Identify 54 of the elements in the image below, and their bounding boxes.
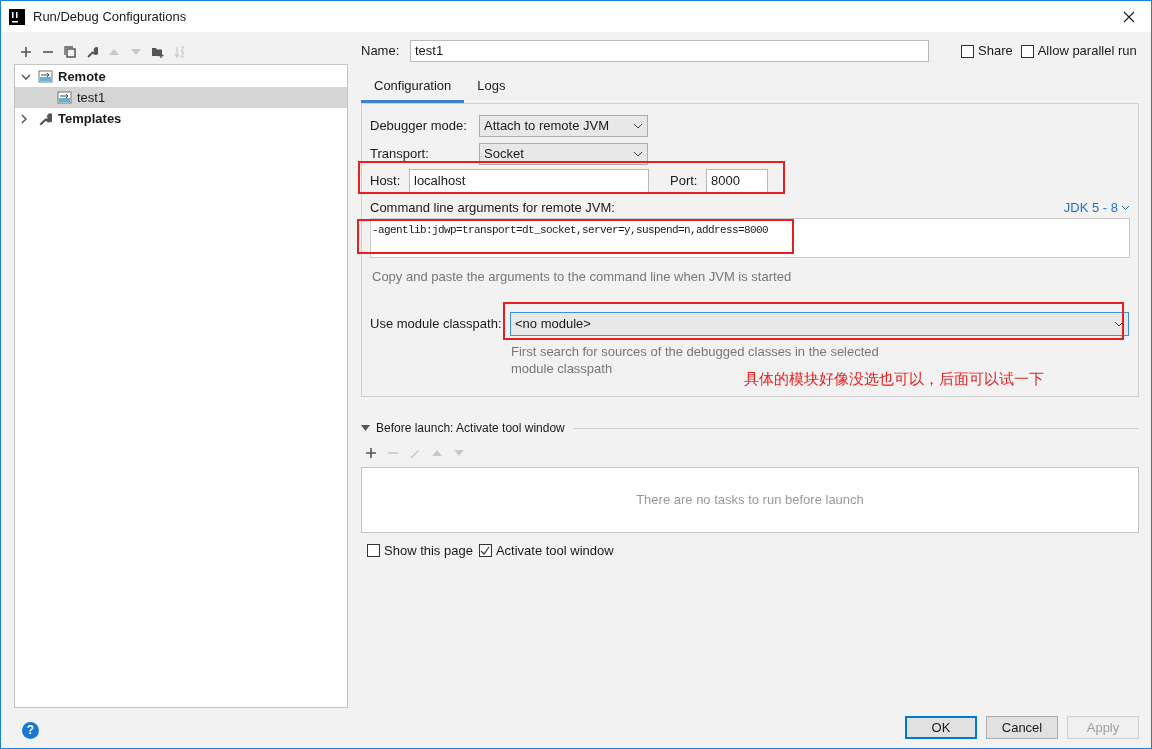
add-icon[interactable] (20, 46, 32, 58)
tree-item-label: Templates (58, 109, 122, 128)
name-field[interactable]: test1 (410, 40, 929, 62)
arguments-text-area[interactable]: -agentlib:jdwp=transport=dt_socket,server=y,suspend=n,address=8000 (370, 218, 1130, 258)
tree-item-label: Remote (58, 67, 106, 86)
tree-item[interactable]: Remote (15, 66, 347, 87)
collapse-triangle-icon[interactable] (361, 425, 370, 431)
tab[interactable]: Logs (464, 72, 519, 103)
chevron-down-icon (1114, 320, 1124, 327)
module-classpath-dropdown[interactable]: <no module> (510, 311, 1129, 336)
command-line-label: Command line arguments for remote JVM: (370, 199, 615, 218)
chevron-down-icon (633, 123, 643, 129)
host-field[interactable]: localhost (409, 169, 649, 193)
wrench-icon (38, 111, 52, 126)
chevron-down-icon[interactable] (21, 73, 31, 80)
help-button[interactable]: ? (22, 721, 39, 739)
transport-dropdown[interactable]: Socket (479, 143, 648, 165)
host-label: Host: (370, 172, 402, 191)
copy-icon[interactable] (64, 46, 76, 58)
tree-item[interactable]: Templates (15, 108, 347, 129)
arguments-hint: Copy and paste the arguments to the command line when JVM is started (371, 268, 793, 286)
chevron-right-icon[interactable] (21, 113, 27, 124)
remote-config-icon (38, 70, 53, 83)
dialog-button[interactable]: OK (905, 716, 977, 739)
checkbox[interactable] (961, 44, 974, 58)
chevron-down-icon (633, 151, 643, 157)
port-label: Port: (670, 172, 699, 191)
checkbox[interactable] (478, 544, 492, 558)
checkbox-label: Allow parallel run (1037, 42, 1137, 61)
wrench-icon[interactable] (86, 46, 98, 58)
transport-label: Transport: (370, 145, 430, 164)
name-label: Name: (361, 42, 401, 61)
port-field[interactable]: 8000 (706, 169, 768, 193)
checkbox[interactable] (1020, 44, 1034, 58)
debugger-mode-label: Debugger mode: (370, 117, 468, 136)
app-logo-icon (9, 8, 25, 25)
module-classpath-label: Use module classpath: (370, 314, 503, 333)
empty-tasks-text: There are no tasks to run before launch (636, 491, 864, 510)
checkbox-label: Show this page (384, 542, 473, 560)
window-title: Run/Debug Configurations (33, 7, 187, 26)
checkbox[interactable] (367, 544, 380, 558)
jdk-version-link[interactable]: JDK 5 - 8 (1063, 198, 1130, 218)
new-folder-icon[interactable] (152, 46, 164, 58)
tree-item[interactable]: test1 (15, 87, 347, 108)
before-launch-title: Before launch: Activate tool window (376, 420, 565, 437)
dialog-button[interactable]: Cancel (986, 716, 1058, 739)
chevron-down-icon (1121, 205, 1130, 211)
add-icon[interactable] (365, 447, 377, 459)
remote-config-icon (57, 91, 72, 104)
tree-item-label: test1 (77, 88, 106, 107)
checkbox-label: Share (978, 42, 1013, 61)
close-icon[interactable] (1123, 10, 1135, 23)
debugger-mode-dropdown[interactable]: Attach to remote JVM (479, 115, 648, 137)
checkbox-label: Activate tool window (495, 542, 614, 560)
